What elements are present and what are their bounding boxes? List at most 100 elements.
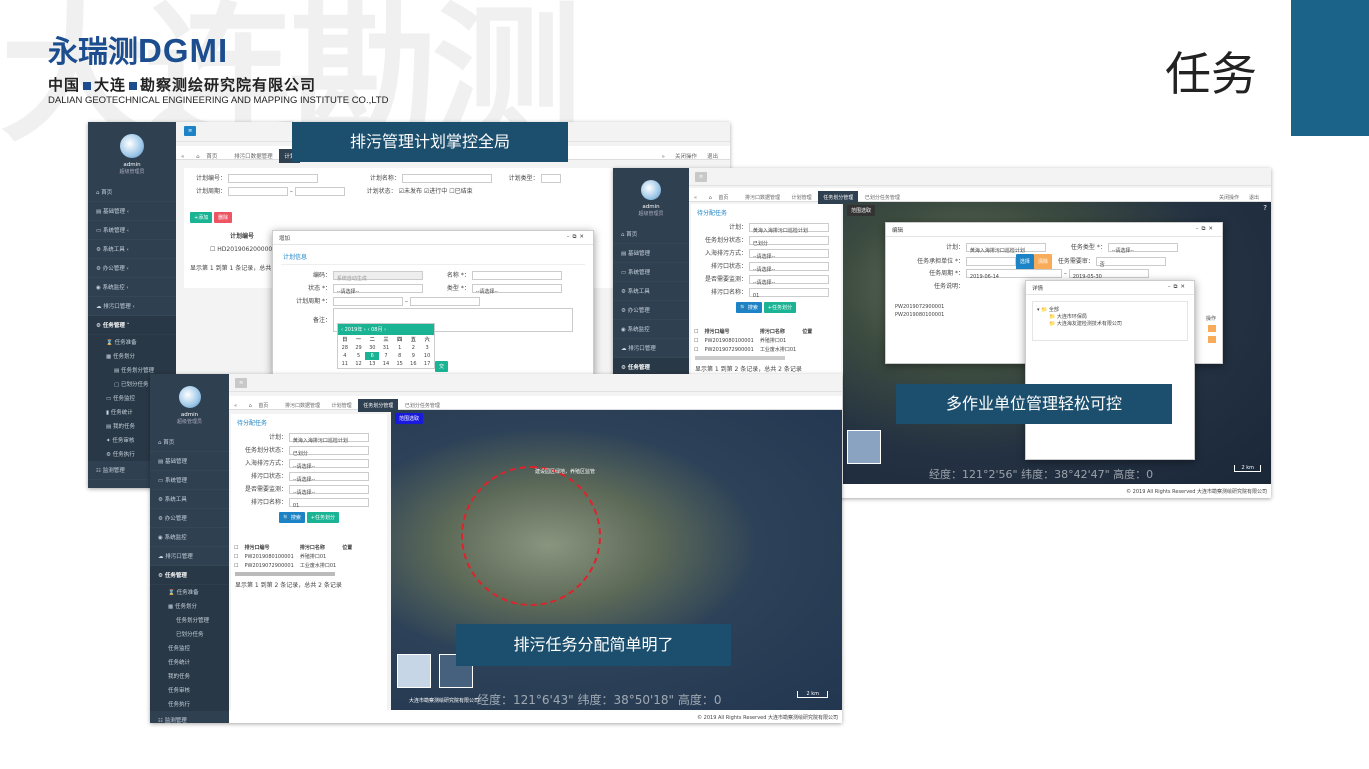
menu-toggle-button[interactable]: ≡ (695, 172, 708, 182)
close-icon[interactable]: ✕ (579, 234, 587, 240)
sidebar-item-system[interactable]: ▭ 系统管理 (150, 471, 229, 490)
table-row[interactable]: ☐ PW2019080100001 养殖排口01 (231, 552, 355, 561)
calendar-day[interactable]: 5 (352, 352, 366, 360)
filter-select[interactable]: 已划分 (748, 236, 829, 247)
calendar-day[interactable]: 8 (393, 352, 407, 360)
sidebar-item-monitor[interactable]: ◉ 系统监控 ‹ (88, 278, 176, 297)
add-button[interactable]: +添加 (190, 212, 213, 223)
calendar-day[interactable]: 10 (420, 352, 434, 360)
help-icon[interactable]: ? (1263, 204, 1267, 212)
menu-toggle-button[interactable]: ≡ (184, 126, 197, 136)
calendar-day[interactable]: 31 (379, 344, 393, 352)
calendar-day[interactable]: 9 (407, 352, 421, 360)
search-button[interactable]: 🔍 搜索 (279, 512, 305, 523)
filter-select[interactable]: --请选择-- (748, 275, 829, 286)
date-picker[interactable]: ‹ 2019年 › ‹ 08月 › 日一二三四五六 28 29 30 31 1 2 3 4 5 6 7… (337, 323, 435, 369)
calendar-day[interactable]: 11 (338, 360, 352, 368)
layer-thumbnail[interactable] (847, 430, 881, 464)
tab-plan-mgmt[interactable]: 计划管理 (787, 191, 817, 204)
tab-prev[interactable]: « (229, 400, 242, 412)
plan-period-from[interactable] (227, 187, 288, 196)
tree-node-root[interactable]: ▾ 📁 全部 (1037, 306, 1183, 313)
sidebar-item-office[interactable]: ⚙ 办公管理 (150, 509, 229, 528)
sidebar-item-basic[interactable]: ▤ 基础管理 ‹ (88, 202, 176, 221)
assign-button[interactable]: +任务划分 (306, 512, 339, 523)
plan-select[interactable]: 黄海入海排污口巡检计划 (965, 243, 1046, 254)
calendar-day[interactable]: 17 (420, 360, 434, 368)
sidebar-item-monitor[interactable]: ◉ 系统监控 (150, 528, 229, 547)
sidebar-sub-watch[interactable]: 任务监控 (150, 641, 229, 655)
sidebar-sub-prepare[interactable]: ⌛ 任务准备 (150, 585, 229, 599)
calendar-day[interactable]: 28 (338, 344, 352, 352)
tab-prev[interactable]: « (689, 192, 702, 204)
sidebar-item-office[interactable]: ⚙ 办公管理 (613, 301, 689, 320)
menu-toggle-button[interactable]: ≡ (235, 378, 248, 388)
task-type-select[interactable]: --请选择-- (1107, 243, 1178, 254)
tab-plan-mgmt[interactable]: 计划管理 (327, 399, 357, 412)
tab-outlet-data[interactable]: 排污口数据管理 (740, 191, 785, 204)
sidebar-sub-stats[interactable]: 任务统计 (150, 655, 229, 669)
sidebar-item-tools[interactable]: ⚙ 系统工具 (613, 282, 689, 301)
period-from[interactable] (332, 297, 403, 306)
user-role[interactable]: 超级管理员 (88, 168, 176, 175)
table-row[interactable]: ☐ PW2019072900001 工业废水排口01 (691, 345, 815, 354)
tab-next[interactable]: » (657, 151, 670, 163)
close-ops-button[interactable]: 关闭操作 (670, 149, 702, 163)
filter-select[interactable]: 01 (748, 288, 829, 299)
calendar-day[interactable]: 1 (393, 344, 407, 352)
task-period-to[interactable]: 2019-05-30 (1068, 269, 1149, 280)
submit-button[interactable]: 交 (435, 361, 449, 372)
calendar-day[interactable]: 7 (379, 352, 393, 360)
filter-select[interactable]: 01 (288, 498, 369, 509)
filter-select[interactable]: --请选择-- (748, 249, 829, 260)
sidebar-item-tools[interactable]: ⚙ 系统工具 ‹ (88, 240, 176, 259)
filter-select[interactable]: --请选择-- (288, 459, 369, 470)
sidebar-item-system[interactable]: ▭ 系统管理 ‹ (88, 221, 176, 240)
table-row[interactable]: PW2019072900001 (892, 303, 947, 311)
sidebar-item-outlet[interactable]: ☁ 排污口管理 ‹ (88, 297, 176, 316)
tab-prev[interactable]: « (176, 151, 189, 163)
sidebar-item-system[interactable]: ▭ 系统管理 (613, 263, 689, 282)
sidebar-item-monitor[interactable]: ◉ 系统监控 (613, 320, 689, 339)
sidebar-sub-mine[interactable]: 我的任务 (150, 669, 229, 683)
tab-home[interactable]: ⌂ 首页 (191, 146, 227, 166)
scrollbar[interactable] (695, 356, 785, 360)
sidebar-item-task[interactable]: ⚙ 任务管理 (150, 566, 229, 585)
sidebar-item-task[interactable]: ⚙ 任务管理 ˅ (88, 316, 176, 335)
sidebar-item-home[interactable]: ⌂ 首页 (150, 433, 229, 452)
sidebar-item-home[interactable]: ⌂ 首页 (88, 183, 176, 202)
tab-home[interactable]: ⌂ 首页 (244, 396, 279, 415)
plan-no-input[interactable] (227, 174, 318, 183)
sidebar-sub-audit[interactable]: 任务审核 (150, 683, 229, 697)
need-audit-select[interactable]: 否 (1095, 257, 1166, 268)
calendar-day[interactable]: 12 (352, 360, 366, 368)
tab-outlet-data[interactable]: 排污口数据管理 (229, 149, 278, 163)
calendar-day[interactable]: 30 (365, 344, 379, 352)
filter-select[interactable]: 已划分 (288, 446, 369, 457)
calendar-day[interactable]: 15 (393, 360, 407, 368)
range-select-button[interactable]: 范围选取 (847, 205, 876, 216)
range-select-button[interactable]: 范围选取 (395, 413, 424, 424)
sidebar-item-home[interactable]: ⌂ 首页 (613, 225, 689, 244)
calendar-day[interactable]: 2 (407, 344, 421, 352)
calendar-day[interactable]: 6 (365, 352, 380, 360)
filter-select[interactable]: --请选择-- (748, 262, 829, 273)
type-select[interactable]: --请选择-- (471, 284, 562, 295)
close-icon[interactable]: ✕ (1208, 226, 1216, 232)
avatar[interactable] (641, 180, 661, 200)
sidebar-sub-divided[interactable]: 已划分任务 (150, 627, 229, 641)
avatar[interactable] (178, 386, 201, 408)
task-period-from[interactable]: 2019-06-14 (965, 269, 1062, 280)
layer-thumbnail[interactable] (397, 654, 431, 688)
sidebar-sub-prepare[interactable]: ⌛ 任务准备 (88, 335, 176, 349)
status-select[interactable]: --请选择-- (332, 284, 423, 295)
sidebar-sub-exec[interactable]: 任务执行 (150, 697, 229, 711)
sidebar-sub-divide-mgmt[interactable]: 任务划分管理 (150, 613, 229, 627)
calendar-day[interactable]: 4 (338, 352, 352, 360)
delete-button[interactable]: 删除 (214, 212, 233, 223)
tree-node[interactable]: 📁 大连海友建检测技术有限公司 (1037, 320, 1183, 327)
edit-icon[interactable] (1208, 336, 1216, 343)
filter-select[interactable]: 黄海入海排污口巡检计划 (748, 223, 829, 234)
selection-circle[interactable] (461, 466, 601, 606)
sidebar-item-office[interactable]: ⚙ 办公管理 ‹ (88, 259, 176, 278)
